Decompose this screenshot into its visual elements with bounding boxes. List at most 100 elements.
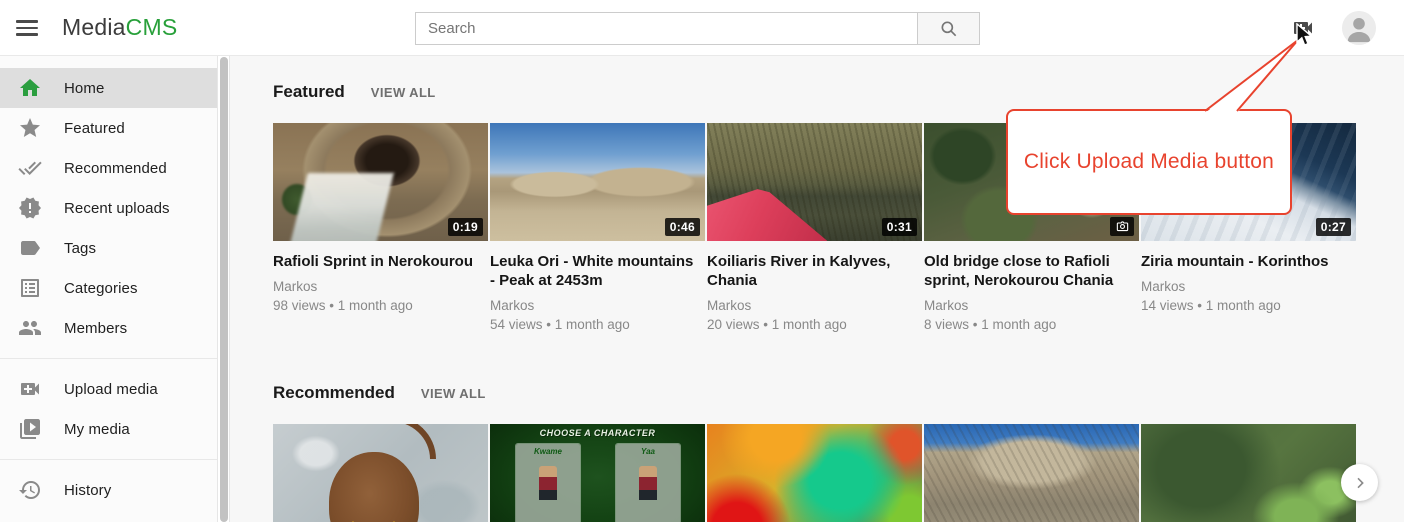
video-thumbnail[interactable] xyxy=(273,424,488,522)
top-bar: MediaCMS xyxy=(0,0,1404,56)
section-title: Recommended xyxy=(273,383,395,403)
sidebar-item-label: Featured xyxy=(64,120,125,137)
sidebar-item-recent-uploads[interactable]: Recent uploads xyxy=(0,188,217,228)
search-icon xyxy=(939,19,959,39)
home-icon xyxy=(18,76,42,100)
categories-icon xyxy=(18,276,42,300)
video-thumbnail[interactable]: CHOOSE A CHARACTER Kwame Selected Yaa Se… xyxy=(490,424,705,522)
chevron-right-icon xyxy=(1352,475,1368,491)
media-title[interactable]: Koiliaris River in Kalyves, Chania xyxy=(707,252,917,290)
media-author[interactable]: Markos xyxy=(490,298,705,313)
view-all-link[interactable]: VIEW ALL xyxy=(421,386,486,401)
media-card[interactable] xyxy=(924,424,1139,522)
sidebar-item-label: Home xyxy=(64,80,104,97)
video-thumbnail[interactable] xyxy=(707,424,922,522)
sidebar-item-members[interactable]: Members xyxy=(0,308,217,348)
media-meta: 8 views • 1 month ago xyxy=(924,317,1139,332)
sidebar-item-my-media[interactable]: My media xyxy=(0,409,217,449)
media-title[interactable]: Rafioli Sprint in Nerokourou xyxy=(273,252,483,271)
section-title: Featured xyxy=(273,82,345,102)
media-card[interactable]: 0:19 Rafioli Sprint in Nerokourou Markos… xyxy=(273,123,488,355)
upload-media-icon[interactable] xyxy=(1291,16,1315,40)
sidebar-nav: Home Featured Recommended Recent uploads… xyxy=(0,56,217,522)
video-library-icon xyxy=(18,417,42,441)
history-icon xyxy=(18,478,42,502)
search-input[interactable] xyxy=(415,12,917,45)
recommended-card-row: CHOOSE A CHARACTER Kwame Selected Yaa Se… xyxy=(273,424,1404,522)
duration-badge: 0:27 xyxy=(1316,218,1351,236)
thumb-character-sprite xyxy=(539,466,557,500)
sidebar-divider xyxy=(0,358,217,359)
media-card[interactable] xyxy=(707,424,922,522)
logo-cms-text: CMS xyxy=(126,14,178,40)
media-author[interactable]: Markos xyxy=(1141,279,1356,294)
sidebar-divider xyxy=(0,459,217,460)
sidebar-item-label: My media xyxy=(64,421,130,438)
media-author[interactable]: Markos xyxy=(924,298,1139,313)
media-meta: 98 views • 1 month ago xyxy=(273,298,488,313)
media-card[interactable] xyxy=(1141,424,1356,522)
media-meta: 20 views • 1 month ago xyxy=(707,317,922,332)
sidebar-scrollbar[interactable] xyxy=(217,56,230,522)
thumb-character-panel: Kwame Selected xyxy=(516,444,580,522)
media-title[interactable]: Leuka Ori - White mountains - Peak at 24… xyxy=(490,252,700,290)
media-author[interactable]: Markos xyxy=(273,279,488,294)
video-thumbnail[interactable]: 0:31 xyxy=(707,123,922,241)
sidebar-item-tags[interactable]: Tags xyxy=(0,228,217,268)
media-meta: 54 views • 1 month ago xyxy=(490,317,705,332)
sidebar-item-label: Recommended xyxy=(64,160,167,177)
hamburger-menu-icon[interactable] xyxy=(16,17,40,39)
upload-media-icon xyxy=(18,377,42,401)
double-check-icon xyxy=(18,156,42,180)
sidebar-item-label: History xyxy=(64,482,111,499)
video-thumbnail[interactable]: 0:46 xyxy=(490,123,705,241)
sidebar-item-categories[interactable]: Categories xyxy=(0,268,217,308)
image-type-badge xyxy=(1110,217,1134,236)
sidebar-item-label: Categories xyxy=(64,280,138,297)
carousel-next-button[interactable] xyxy=(1341,464,1378,501)
thumb-character-panel: Yaa Select xyxy=(616,444,680,522)
duration-badge: 0:31 xyxy=(882,218,917,236)
tag-icon xyxy=(18,236,42,260)
sidebar-item-label: Members xyxy=(64,320,127,337)
members-icon xyxy=(18,316,42,340)
user-avatar[interactable] xyxy=(1342,11,1376,45)
avatar-person-icon xyxy=(1342,11,1376,45)
sidebar-item-recommended[interactable]: Recommended xyxy=(0,148,217,188)
app-logo[interactable]: MediaCMS xyxy=(62,14,177,41)
media-title[interactable]: Ziria mountain - Korinthos xyxy=(1141,252,1351,271)
search-button[interactable] xyxy=(917,12,980,45)
tooltip-text: Click Upload Media button xyxy=(1024,150,1274,174)
media-author[interactable]: Markos xyxy=(707,298,922,313)
sidebar-item-label: Upload media xyxy=(64,381,158,398)
camera-icon xyxy=(1116,220,1129,233)
media-card[interactable]: 0:31 Koiliaris River in Kalyves, Chania … xyxy=(707,123,922,355)
media-card[interactable]: CHOOSE A CHARACTER Kwame Selected Yaa Se… xyxy=(490,424,705,522)
media-card[interactable]: 0:46 Leuka Ori - White mountains - Peak … xyxy=(490,123,705,355)
scrollbar-thumb[interactable] xyxy=(220,57,228,522)
sidebar-item-label: Tags xyxy=(64,240,96,257)
media-meta: 14 views • 1 month ago xyxy=(1141,298,1356,313)
sidebar-item-upload-media[interactable]: Upload media xyxy=(0,369,217,409)
sidebar-item-home[interactable]: Home xyxy=(0,68,217,108)
upload-hint-tooltip: Click Upload Media button xyxy=(1006,109,1292,215)
video-thumbnail[interactable]: 0:19 xyxy=(273,123,488,241)
search-bar xyxy=(415,12,980,45)
new-releases-icon xyxy=(18,196,42,220)
sidebar-item-featured[interactable]: Featured xyxy=(0,108,217,148)
featured-section-header: Featured VIEW ALL xyxy=(273,82,1404,101)
star-icon xyxy=(18,116,42,140)
recommended-section-header: Recommended VIEW ALL xyxy=(273,383,1404,402)
thumb-game-title: CHOOSE A CHARACTER xyxy=(490,428,705,438)
video-thumbnail[interactable] xyxy=(924,424,1139,522)
view-all-link[interactable]: VIEW ALL xyxy=(371,85,436,100)
sidebar-item-history[interactable]: History xyxy=(0,470,217,510)
media-card[interactable] xyxy=(273,424,488,522)
logo-media-text: Media xyxy=(62,14,126,40)
duration-badge: 0:46 xyxy=(665,218,700,236)
video-thumbnail[interactable] xyxy=(1141,424,1356,522)
sidebar-item-label: Recent uploads xyxy=(64,200,170,217)
thumb-character-sprite xyxy=(639,466,657,500)
media-title[interactable]: Old bridge close to Rafioli sprint, Nero… xyxy=(924,252,1134,290)
duration-badge: 0:19 xyxy=(448,218,483,236)
